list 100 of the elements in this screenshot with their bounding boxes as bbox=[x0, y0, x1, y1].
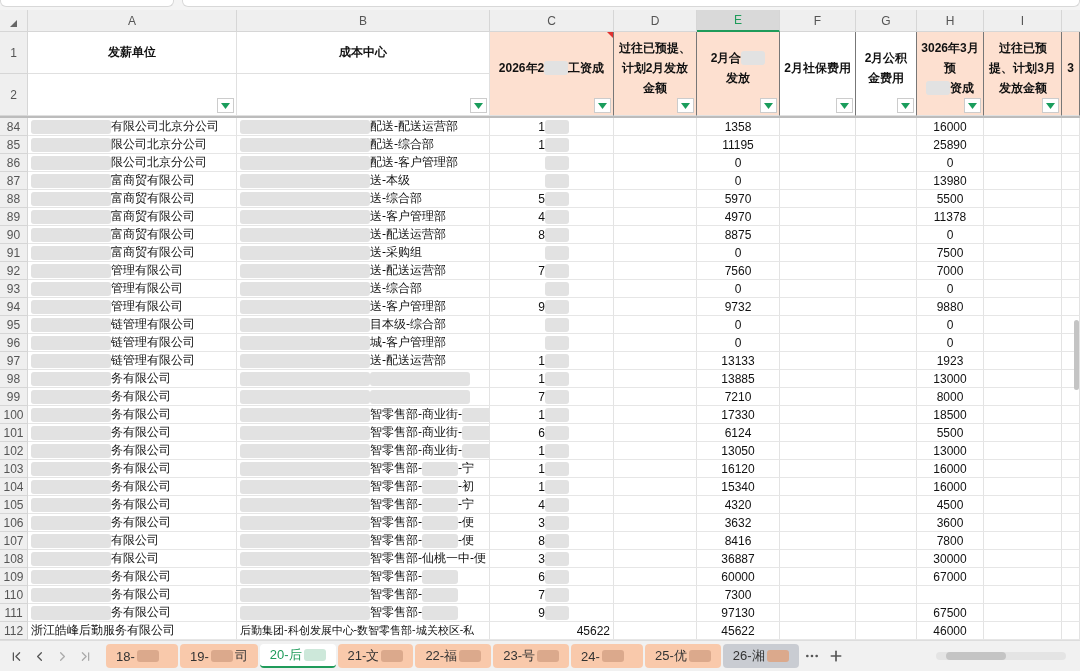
cell-text: 务有限公司 bbox=[111, 406, 171, 423]
filter-dropdown-button[interactable] bbox=[470, 98, 487, 113]
row-number[interactable]: 108 bbox=[0, 550, 28, 568]
cell-text: 5500 bbox=[936, 425, 964, 440]
filter-dropdown-button[interactable] bbox=[897, 98, 914, 113]
row-number[interactable]: 100 bbox=[0, 406, 28, 424]
row-number[interactable]: 105 bbox=[0, 496, 28, 514]
cell-text: 5970 bbox=[724, 191, 752, 206]
row-number[interactable]: 93 bbox=[0, 280, 28, 298]
cell-text: 7560 bbox=[724, 263, 752, 278]
cell-text: 智零售部- bbox=[370, 514, 423, 531]
sheet-tab[interactable]: 22-福 bbox=[415, 644, 492, 668]
sheet-tab[interactable]: 18- bbox=[106, 644, 178, 668]
cell-text: 8000 bbox=[936, 389, 964, 404]
row-number[interactable]: 95 bbox=[0, 316, 28, 334]
row-number[interactable]: 109 bbox=[0, 568, 28, 586]
filter-dropdown-button[interactable] bbox=[677, 98, 694, 113]
row-number[interactable]: 102 bbox=[0, 442, 28, 460]
row-number[interactable]: 89 bbox=[0, 208, 28, 226]
table-cell bbox=[1062, 424, 1080, 442]
cell-text: 7 bbox=[538, 389, 545, 404]
cell-text: 17330 bbox=[721, 407, 755, 422]
row-number[interactable]: 92 bbox=[0, 262, 28, 280]
row-number[interactable]: 106 bbox=[0, 514, 28, 532]
filter-dropdown-button[interactable] bbox=[217, 98, 234, 113]
filter-dropdown-button[interactable] bbox=[1042, 98, 1059, 113]
cell-text: -便 bbox=[458, 514, 475, 531]
redacted-block bbox=[303, 649, 326, 661]
filter-dropdown-button[interactable] bbox=[760, 98, 777, 113]
cell-text: 智零售部- bbox=[370, 604, 423, 621]
column-header[interactable]: G bbox=[856, 10, 917, 32]
row-number[interactable]: 99 bbox=[0, 388, 28, 406]
row-number[interactable]: 90 bbox=[0, 226, 28, 244]
row-number[interactable]: 101 bbox=[0, 424, 28, 442]
cell-text: 3632 bbox=[724, 515, 752, 530]
cell-text: 11378 bbox=[933, 209, 967, 224]
row-number[interactable]: 94 bbox=[0, 298, 28, 316]
sheet-tab[interactable]: 26-湘 bbox=[722, 644, 799, 668]
row-number[interactable]: 84 bbox=[0, 118, 28, 136]
formula-bar-field[interactable] bbox=[182, 0, 1080, 7]
table-cell bbox=[1062, 406, 1080, 424]
cell-text: 9880 bbox=[936, 299, 964, 314]
cell-text: 13885 bbox=[721, 371, 755, 386]
cell-text: 1 bbox=[538, 371, 545, 386]
sheet-tab[interactable]: 23-号 bbox=[493, 644, 569, 668]
cell-text: 送-配送运营部 bbox=[370, 262, 447, 279]
row-number[interactable]: 97 bbox=[0, 352, 28, 370]
row-number[interactable]: 91 bbox=[0, 244, 28, 262]
filter-dropdown-button[interactable] bbox=[594, 98, 611, 113]
column-header[interactable]: H bbox=[917, 10, 984, 32]
row-number[interactable]: 111 bbox=[0, 604, 28, 622]
row-number[interactable]: 107 bbox=[0, 532, 28, 550]
row-number[interactable]: 103 bbox=[0, 460, 28, 478]
cell-text: 8 bbox=[538, 227, 545, 242]
row-number[interactable]: 96 bbox=[0, 334, 28, 352]
cell-text: 5 bbox=[538, 191, 545, 206]
row-number[interactable]: 110 bbox=[0, 586, 28, 604]
cell-text: 链管理有限公司 bbox=[111, 316, 195, 333]
cell-text: 务有限公司 bbox=[111, 496, 171, 513]
cell-text: 67000 bbox=[933, 569, 967, 584]
column-header[interactable]: C bbox=[490, 10, 614, 32]
filter-dropdown-button[interactable] bbox=[964, 98, 981, 113]
row-number[interactable]: 86 bbox=[0, 154, 28, 172]
cell-text: 目本级-综合部 bbox=[370, 316, 447, 333]
cell-text: 13000 bbox=[933, 443, 967, 458]
table-cell bbox=[1062, 460, 1080, 478]
redacted-block bbox=[601, 650, 624, 662]
row-number[interactable]: 88 bbox=[0, 190, 28, 208]
header-text: 2026年2 bbox=[498, 59, 545, 77]
header-text: 3 bbox=[1067, 59, 1074, 77]
sheet-tab[interactable]: 25-优 bbox=[645, 644, 721, 668]
cell-text: 3 bbox=[538, 551, 545, 566]
column-header[interactable]: F bbox=[780, 10, 856, 32]
vertical-scrollbar[interactable] bbox=[1074, 320, 1079, 390]
cell-text: 15340 bbox=[721, 479, 755, 494]
row-number[interactable]: 2 bbox=[0, 74, 28, 116]
cell-text: 4500 bbox=[936, 497, 964, 512]
horizontal-scrollbar[interactable] bbox=[936, 652, 1066, 660]
row-number[interactable]: 98 bbox=[0, 370, 28, 388]
row-number[interactable]: 104 bbox=[0, 478, 28, 496]
cell-text: 45622 bbox=[576, 623, 610, 638]
redacted-block bbox=[741, 50, 766, 65]
redacted-block bbox=[381, 650, 404, 662]
column-header[interactable]: D bbox=[614, 10, 697, 32]
row-number[interactable]: 1 bbox=[0, 32, 28, 74]
sheet-tab[interactable]: 21-文 bbox=[337, 644, 414, 668]
column-header[interactable]: I bbox=[984, 10, 1062, 32]
row-number[interactable]: 85 bbox=[0, 136, 28, 154]
row-number[interactable]: 87 bbox=[0, 172, 28, 190]
sheet-tab[interactable]: 19- 司 bbox=[180, 644, 258, 668]
filter-dropdown-button[interactable] bbox=[836, 98, 853, 113]
cell-text: 7210 bbox=[724, 389, 752, 404]
name-box-field[interactable] bbox=[0, 0, 174, 7]
cell-text: 1 bbox=[538, 137, 545, 152]
sheet-tab[interactable]: 20-后 bbox=[259, 644, 336, 668]
select-all-icon[interactable] bbox=[10, 20, 17, 27]
row-number[interactable]: 112 bbox=[0, 622, 28, 640]
sheet-tab[interactable]: 24- bbox=[571, 644, 643, 668]
column-header[interactable]: B bbox=[237, 10, 490, 32]
column-header[interactable]: A bbox=[28, 10, 237, 32]
